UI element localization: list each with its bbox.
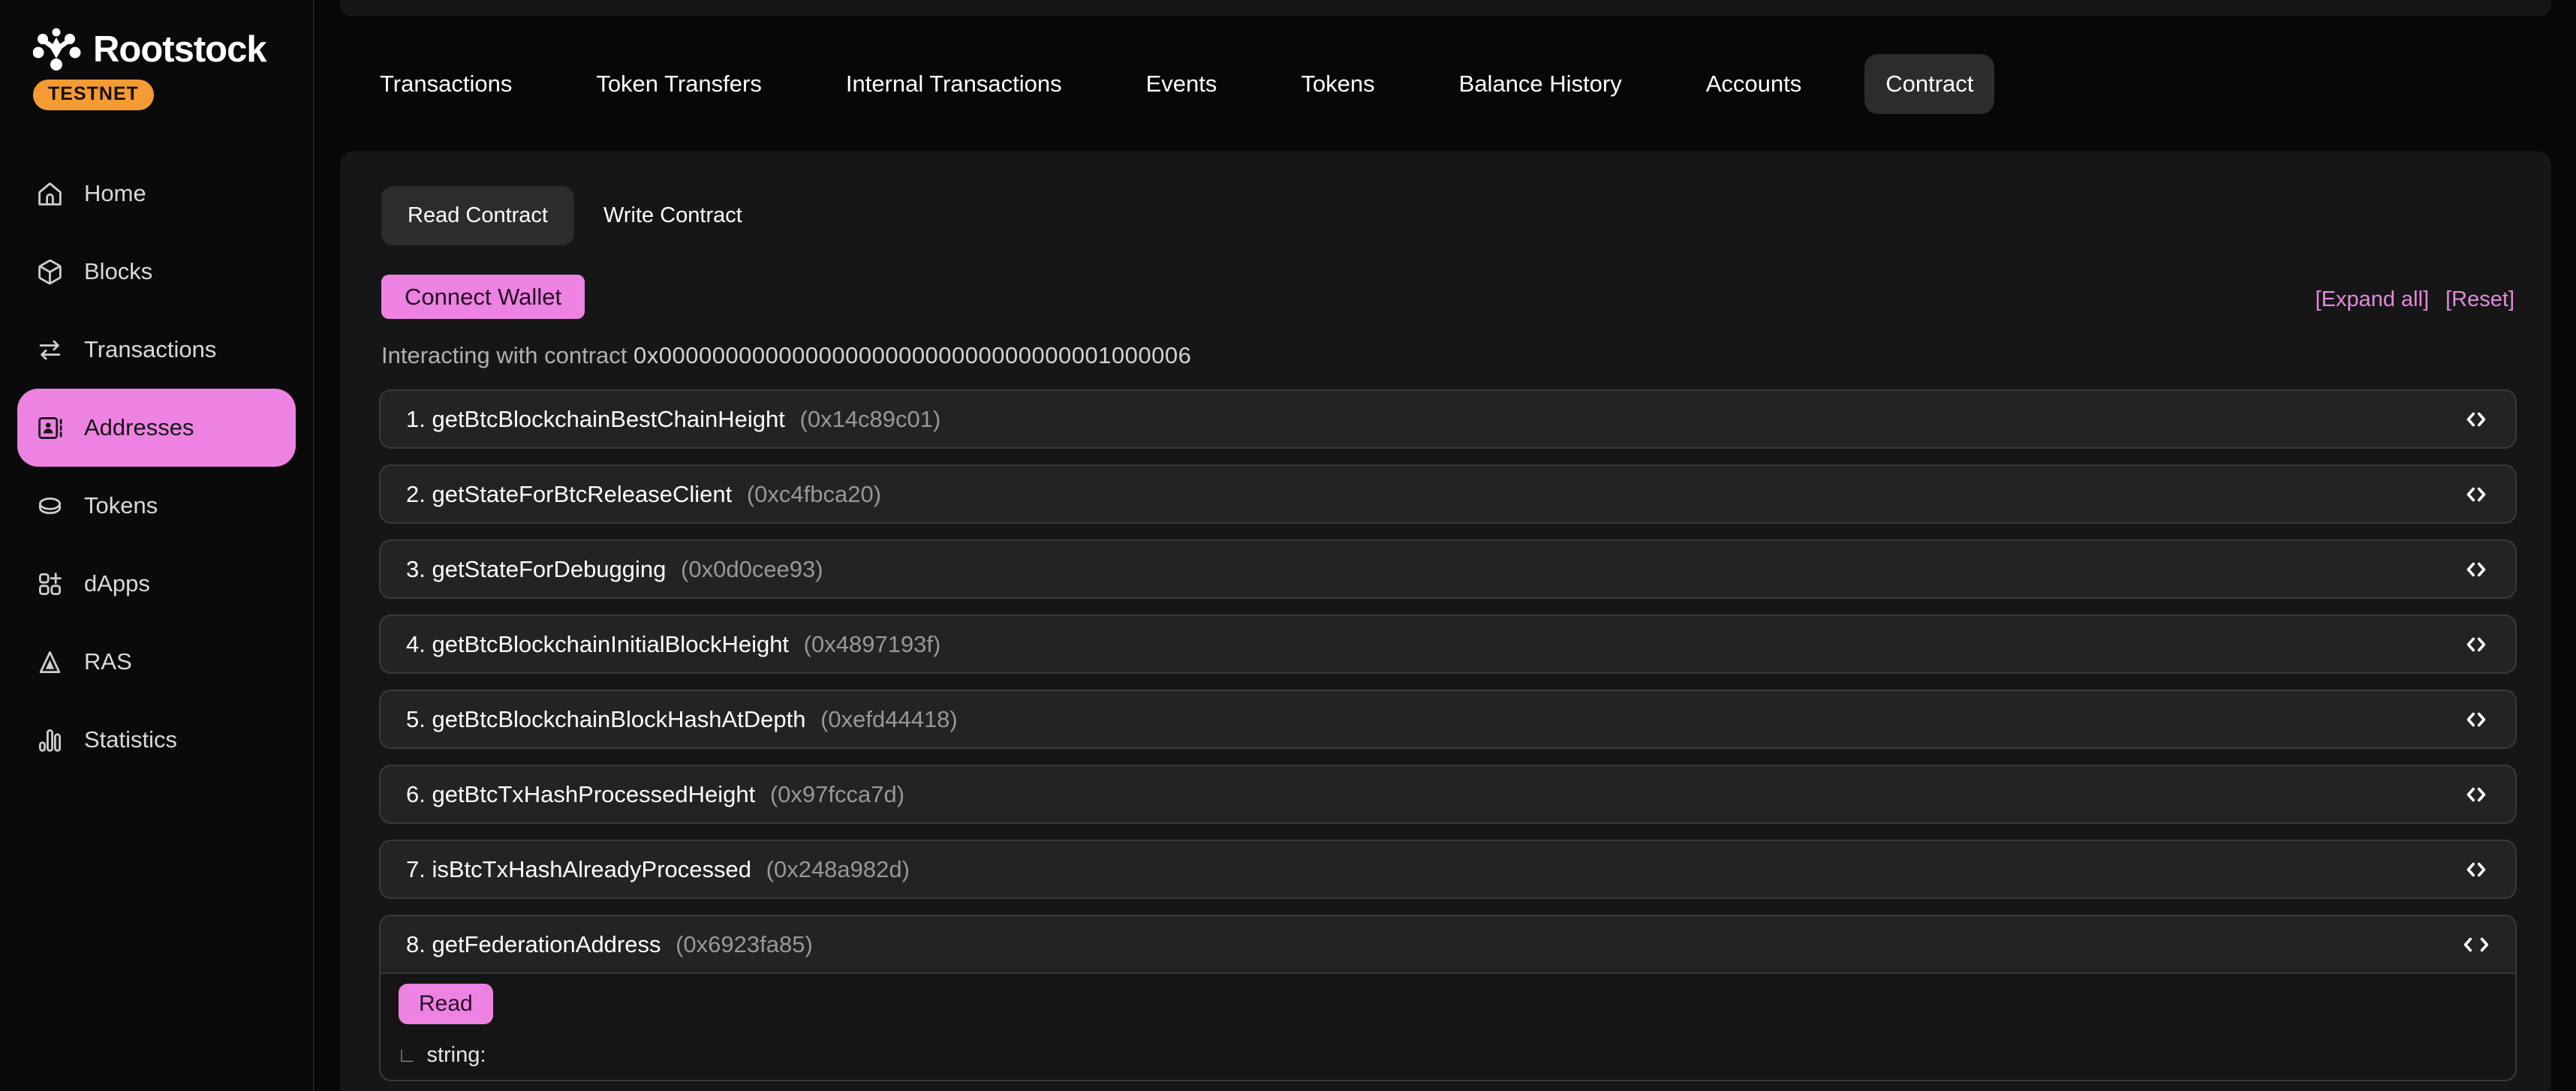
- code-icon: [2463, 481, 2490, 508]
- sidebar-item-label: Blocks: [84, 258, 152, 285]
- tab-tokens[interactable]: Tokens: [1280, 54, 1395, 114]
- tab-transactions[interactable]: Transactions: [359, 54, 533, 114]
- function-list: 1. getBtcBlockchainBestChainHeight (0x14…: [379, 389, 2517, 1091]
- function-output-line: ∟ string:: [397, 1043, 486, 1068]
- function-row[interactable]: 2. getStateForBtcReleaseClient (0xc4fbca…: [379, 464, 2517, 524]
- sidebar-item-label: Home: [84, 180, 146, 207]
- sidebar-item-label: Addresses: [84, 414, 194, 441]
- sidebar-item-transactions[interactable]: Transactions: [17, 311, 296, 389]
- sidebar-item-ras[interactable]: RAS: [17, 623, 296, 701]
- expand-all-link[interactable]: [Expand all]: [2316, 287, 2430, 312]
- brand-name: Rootstock: [93, 29, 266, 71]
- function-expanded-body: Read ∟ string:: [381, 974, 2515, 1080]
- subtab-write-contract[interactable]: Write Contract: [577, 186, 769, 245]
- sidebar: Rootstock TESTNET Home Blocks: [0, 0, 314, 1091]
- rootstock-explorer-app: Rootstock TESTNET Home Blocks: [0, 0, 2576, 1091]
- function-selector: (0x4897193f): [804, 631, 941, 657]
- reset-link[interactable]: [Reset]: [2445, 287, 2514, 312]
- contract-panel: Read Contract Write Contract Connect Wal…: [340, 151, 2551, 1091]
- function-selector: (0xefd44418): [820, 706, 958, 732]
- sidebar-item-label: Statistics: [84, 726, 177, 753]
- main-content: Transactions Token Transfers Internal Tr…: [316, 0, 2576, 1091]
- rootstock-logo-icon: [33, 27, 81, 72]
- function-row[interactable]: 3. getStateForDebugging (0x0d0cee93): [379, 539, 2517, 599]
- subtab-read-contract[interactable]: Read Contract: [381, 186, 574, 245]
- function-row[interactable]: 7. isBtcTxHashAlreadyProcessed (0x248a98…: [379, 840, 2517, 899]
- home-icon: [36, 180, 64, 208]
- apps-plus-icon: [36, 570, 64, 598]
- list-action-links: [Expand all] [Reset]: [2316, 287, 2514, 312]
- function-label: 5. getBtcBlockchainBlockHashAtDepth (0xe…: [406, 706, 958, 733]
- sidebar-item-label: Transactions: [84, 336, 216, 363]
- function-row[interactable]: 6. getBtcTxHashProcessedHeight (0x97fcca…: [379, 765, 2517, 824]
- sidebar-item-label: dApps: [84, 570, 150, 597]
- triangle-icon: [36, 648, 64, 676]
- sidebar-item-dapps[interactable]: dApps: [17, 545, 296, 623]
- tab-contract[interactable]: Contract: [1864, 54, 1994, 114]
- function-selector: (0x0d0cee93): [681, 556, 823, 582]
- testnet-badge: TESTNET: [33, 80, 154, 110]
- function-row[interactable]: 1. getBtcBlockchainBestChainHeight (0x14…: [379, 389, 2517, 449]
- function-row[interactable]: 5. getBtcBlockchainBlockHashAtDepth (0xe…: [379, 690, 2517, 749]
- sidebar-item-label: RAS: [84, 648, 132, 675]
- sidebar-item-statistics[interactable]: Statistics: [17, 701, 296, 779]
- tab-accounts[interactable]: Accounts: [1685, 54, 1823, 114]
- function-label: 2. getStateForBtcReleaseClient (0xc4fbca…: [406, 481, 881, 508]
- tab-internal-transactions[interactable]: Internal Transactions: [825, 54, 1083, 114]
- tab-token-transfers[interactable]: Token Transfers: [575, 54, 783, 114]
- contact-card-icon: [36, 414, 64, 442]
- output-corner-glyph: ∟: [397, 1044, 417, 1067]
- function-label: 6. getBtcTxHashProcessedHeight (0x97fcca…: [406, 781, 904, 808]
- interacting-with-line: Interacting with contract 0x000000000000…: [381, 342, 1191, 369]
- tab-events[interactable]: Events: [1125, 54, 1238, 114]
- code-icon: [2463, 706, 2490, 733]
- connect-wallet-button[interactable]: Connect Wallet: [381, 275, 585, 319]
- code-icon: [2463, 406, 2490, 433]
- function-label: 8. getFederationAddress (0x6923fa85): [406, 931, 813, 958]
- brand-logo[interactable]: Rootstock: [33, 27, 313, 72]
- code-icon: [2463, 556, 2490, 583]
- interacting-prefix: Interacting with contract: [381, 342, 633, 368]
- coin-icon: [36, 492, 64, 520]
- bar-chart-icon: [36, 726, 64, 754]
- address-tabs: Transactions Token Transfers Internal Tr…: [359, 54, 1994, 114]
- function-selector: (0x248a982d): [766, 856, 910, 882]
- contract-address: 0x00000000000000000000000000000000010000…: [633, 342, 1191, 368]
- function-label: 1. getBtcBlockchainBestChainHeight (0x14…: [406, 406, 940, 433]
- function-label: 4. getBtcBlockchainInitialBlockHeight (0…: [406, 631, 940, 658]
- sidebar-item-tokens[interactable]: Tokens: [17, 467, 296, 545]
- function-label: 3. getStateForDebugging (0x0d0cee93): [406, 556, 823, 583]
- scrolled-card-bottom-edge: [340, 0, 2551, 17]
- code-icon: [2463, 631, 2490, 658]
- function-row-expanded: 8. getFederationAddress (0x6923fa85) Rea…: [379, 915, 2517, 1081]
- function-selector: (0x14c89c01): [800, 406, 941, 432]
- sidebar-item-blocks[interactable]: Blocks: [17, 233, 296, 311]
- code-icon: [2463, 856, 2490, 883]
- code-icon: [2463, 781, 2490, 808]
- function-selector: (0x6923fa85): [676, 931, 813, 957]
- swap-arrows-icon: [36, 336, 64, 364]
- sidebar-item-addresses[interactable]: Addresses: [17, 389, 296, 467]
- code-icon: [2463, 931, 2490, 958]
- read-button[interactable]: Read: [399, 984, 493, 1024]
- sidebar-nav: Home Blocks Transactions: [0, 155, 313, 779]
- cube-icon: [36, 258, 64, 286]
- output-type-label: string:: [426, 1043, 486, 1068]
- function-selector: (0x97fcca7d): [770, 781, 904, 807]
- function-label: 7. isBtcTxHashAlreadyProcessed (0x248a98…: [406, 856, 910, 883]
- sidebar-item-label: Tokens: [84, 492, 158, 519]
- function-row[interactable]: 8. getFederationAddress (0x6923fa85): [381, 916, 2515, 974]
- sidebar-item-home[interactable]: Home: [17, 155, 296, 233]
- contract-subtabs: Read Contract Write Contract: [381, 186, 769, 245]
- function-row[interactable]: 4. getBtcBlockchainInitialBlockHeight (0…: [379, 615, 2517, 674]
- tab-balance-history[interactable]: Balance History: [1438, 54, 1643, 114]
- function-selector: (0xc4fbca20): [747, 481, 881, 507]
